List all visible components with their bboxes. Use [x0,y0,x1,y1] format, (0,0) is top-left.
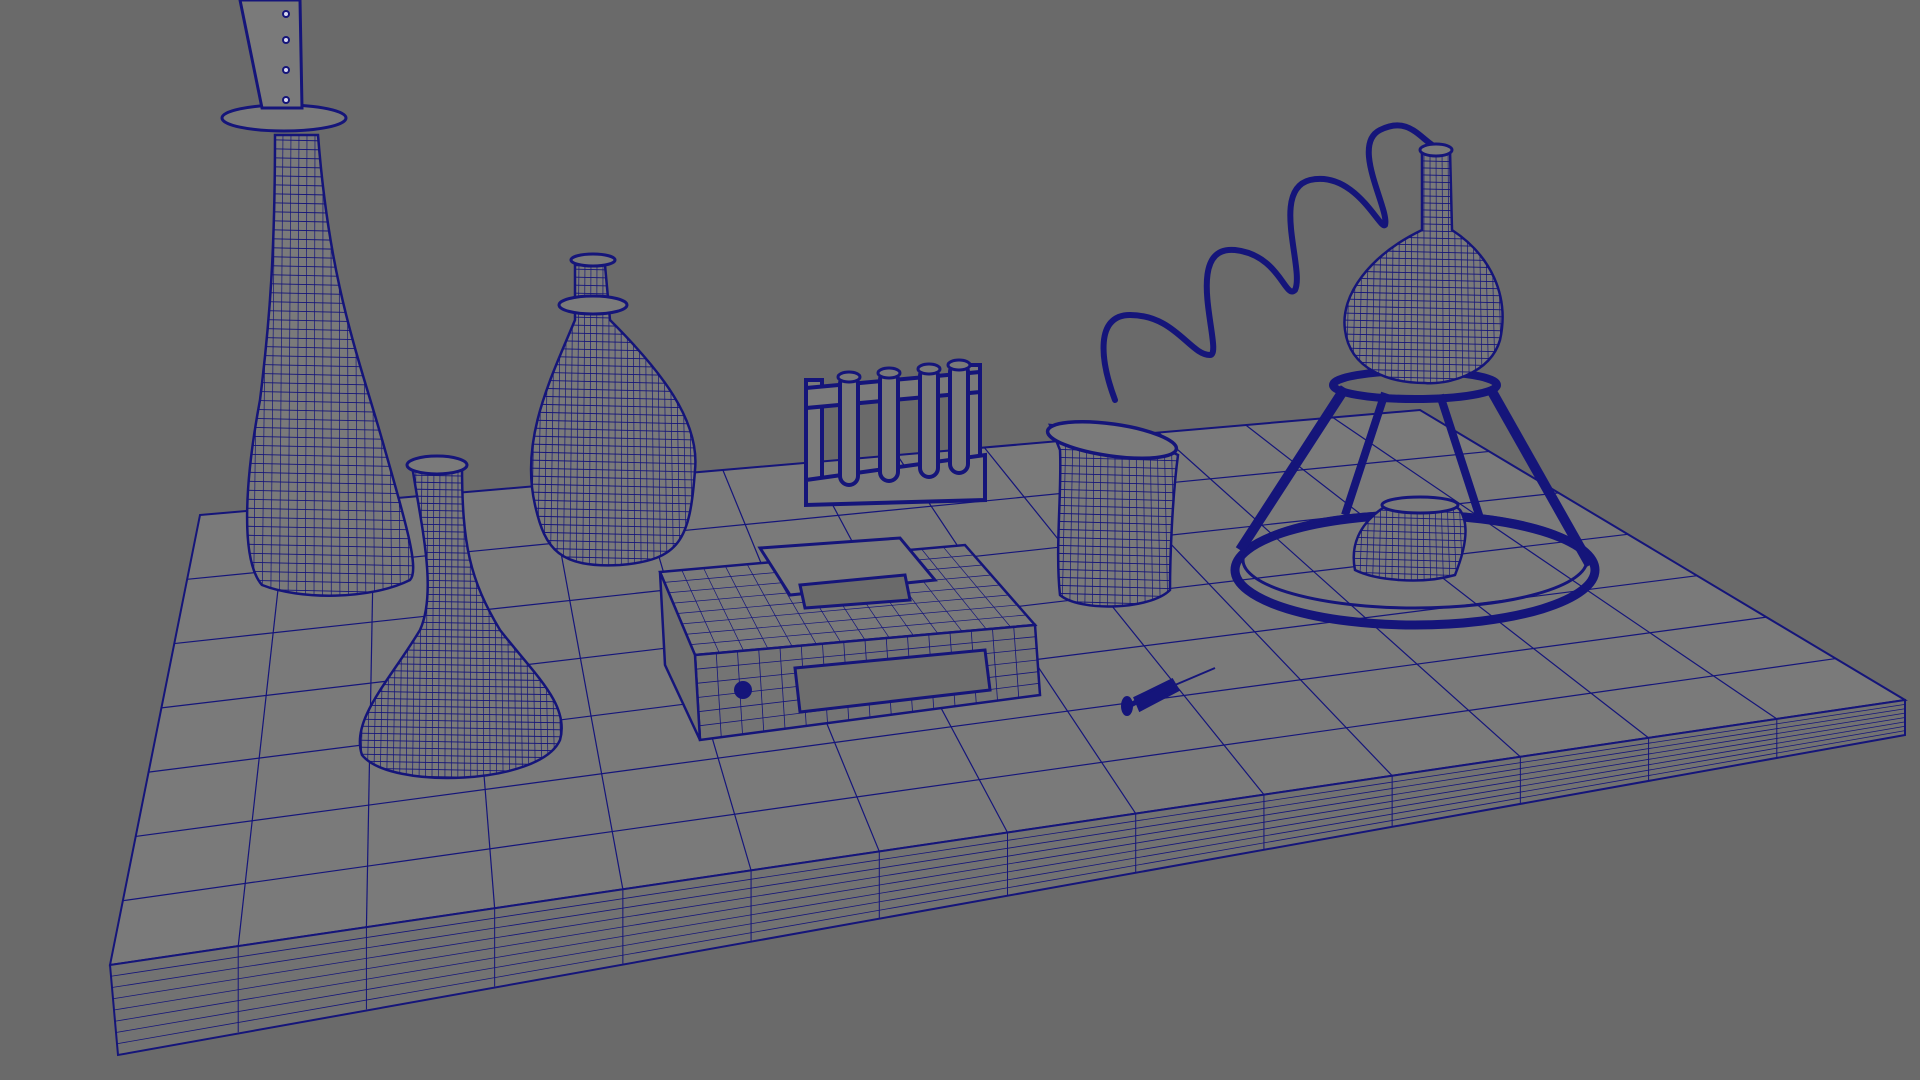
test-tube-rim [946,358,972,372]
tall-flask-neck [238,0,304,110]
test-tube-rim [836,370,862,384]
decanter-collar [557,294,629,316]
round-bottom-flask-mouth [1418,142,1454,158]
wire-segment [1501,150,1503,384]
round-bottom-flask[interactable] [1333,142,1515,394]
test-tube-rim [916,362,942,376]
box-knob [734,681,752,699]
wire-segment [1345,150,1353,384]
wire-ring [530,315,696,321]
decanter-bottle[interactable] [518,252,706,570]
wire-ring [247,183,414,189]
wire-ring [530,267,696,273]
syringe-thumb [1121,696,1133,716]
wire-ring [247,174,414,180]
erlenmeyer-flask-rim [405,454,469,476]
wire-ring [247,192,414,198]
wire-ring [247,165,414,171]
test-tube[interactable] [948,361,970,475]
3d-viewport[interactable] [0,0,1920,1080]
wire-ring [530,291,696,297]
test-tube[interactable] [918,365,940,479]
wire-segment [1508,145,1515,390]
wire-ring [247,201,414,207]
wire-ring [247,156,414,162]
tall-flask[interactable] [220,0,426,602]
wire-ring [530,283,696,289]
beaker[interactable] [1039,415,1190,615]
wire-ring [247,138,414,144]
wire-segment [1495,150,1503,384]
wire-ring [530,275,696,281]
decanter-stopper [569,252,617,268]
test-tube-rim [876,366,902,380]
burner-top [1380,495,1460,515]
test-tube[interactable] [838,373,860,487]
test-tube[interactable] [878,369,900,483]
wire-ring [247,147,414,153]
wireframe-scene[interactable] [0,0,1920,1080]
test-tube-rack[interactable] [804,358,987,508]
